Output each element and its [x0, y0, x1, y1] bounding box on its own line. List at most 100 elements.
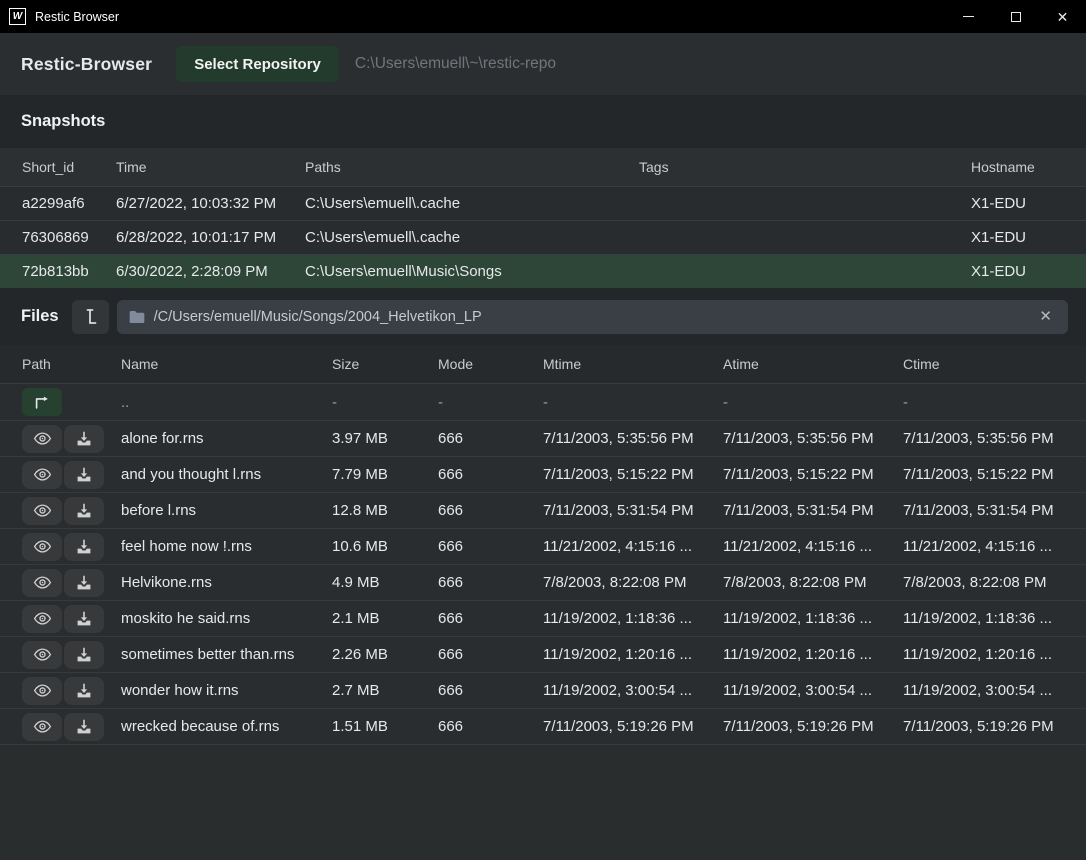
maximize-button[interactable] — [992, 0, 1039, 33]
file-atime: 11/21/2002, 4:15:16 ... — [723, 538, 903, 555]
preview-file-button[interactable] — [22, 641, 62, 669]
select-repository-button[interactable]: Select Repository — [176, 46, 339, 82]
folder-icon — [129, 310, 145, 324]
minimize-icon — [963, 16, 974, 18]
parent-row-actions — [22, 388, 121, 416]
download-file-button[interactable] — [64, 713, 104, 741]
file-mtime: 7/11/2003, 5:19:26 PM — [543, 718, 723, 735]
file-size: 2.26 MB — [332, 646, 438, 663]
maximize-icon — [1011, 12, 1021, 22]
snapshot-row[interactable]: 76306869 6/28/2022, 10:01:17 PM C:\Users… — [0, 220, 1086, 254]
file-size: 2.1 MB — [332, 610, 438, 627]
file-mtime: 11/19/2002, 1:18:36 ... — [543, 610, 723, 627]
file-row: Helvikone.rns 4.9 MB 666 7/8/2003, 8:22:… — [0, 565, 1086, 601]
file-row-actions — [22, 605, 121, 633]
file-atime: 11/19/2002, 3:00:54 ... — [723, 682, 903, 699]
download-file-button[interactable] — [64, 461, 104, 489]
file-row-actions — [22, 713, 121, 741]
file-mtime: 7/11/2003, 5:31:54 PM — [543, 502, 723, 519]
app-header: Restic-Browser Select Repository C:\User… — [0, 33, 1086, 95]
eye-icon — [33, 539, 52, 554]
current-path-text: /C/Users/emuell/Music/Songs/2004_Helveti… — [154, 309, 482, 325]
files-col-ctime: Ctime — [903, 356, 1076, 372]
file-atime: 7/11/2003, 5:15:22 PM — [723, 466, 903, 483]
file-mtime: 7/11/2003, 5:35:56 PM — [543, 430, 723, 447]
snapshot-hostname: X1-EDU — [971, 229, 1070, 246]
eye-icon — [33, 647, 52, 662]
download-file-button[interactable] — [64, 497, 104, 525]
download-file-button[interactable] — [64, 677, 104, 705]
download-icon — [76, 503, 92, 519]
app-title: Restic-Browser — [21, 54, 152, 75]
preview-file-button[interactable] — [22, 461, 62, 489]
download-icon — [76, 683, 92, 699]
empty-area — [0, 745, 1086, 860]
file-mode: 666 — [438, 538, 543, 555]
files-table-body: alone for.rns 3.97 MB 666 7/11/2003, 5:3… — [0, 421, 1086, 745]
preview-file-button[interactable] — [22, 569, 62, 597]
file-mode: 666 — [438, 646, 543, 663]
file-row-actions — [22, 641, 121, 669]
download-icon — [76, 539, 92, 555]
snapshots-col-tags: Tags — [639, 159, 971, 175]
file-size: 2.7 MB — [332, 682, 438, 699]
parent-row-mode: - — [438, 394, 543, 411]
snapshot-hostname: X1-EDU — [971, 195, 1070, 212]
snapshots-col-hostname: Hostname — [971, 159, 1070, 175]
snapshot-short-id: 72b813bb — [22, 263, 116, 280]
snapshot-hostname: X1-EDU — [971, 263, 1070, 280]
file-name: wonder how it.rns — [121, 682, 332, 699]
preview-file-button[interactable] — [22, 425, 62, 453]
file-ctime: 7/11/2003, 5:15:22 PM — [903, 466, 1076, 483]
file-ctime: 7/8/2003, 8:22:08 PM — [903, 574, 1076, 591]
files-col-atime: Atime — [723, 356, 903, 372]
download-icon — [76, 467, 92, 483]
file-size: 12.8 MB — [332, 502, 438, 519]
snapshot-short-id: 76306869 — [22, 229, 116, 246]
preview-file-button[interactable] — [22, 713, 62, 741]
tree-view-toggle-button[interactable] — [72, 300, 109, 334]
files-col-path: Path — [22, 356, 121, 372]
file-ctime: 7/11/2003, 5:19:26 PM — [903, 718, 1076, 735]
preview-file-button[interactable] — [22, 497, 62, 525]
file-mtime: 11/21/2002, 4:15:16 ... — [543, 538, 723, 555]
preview-file-button[interactable] — [22, 533, 62, 561]
tree-structure-icon — [83, 308, 97, 325]
file-atime: 7/8/2003, 8:22:08 PM — [723, 574, 903, 591]
go-to-parent-button[interactable] — [22, 388, 62, 416]
minimize-button[interactable] — [945, 0, 992, 33]
clear-path-button[interactable]: ✕ — [1035, 307, 1056, 326]
snapshots-table-header: Short_id Time Paths Tags Hostname — [0, 148, 1086, 186]
close-button[interactable]: ✕ — [1039, 0, 1086, 33]
close-icon: ✕ — [1057, 10, 1069, 24]
parent-row-size: - — [332, 394, 438, 411]
snapshots-col-short-id: Short_id — [22, 159, 116, 175]
snapshot-paths: C:\Users\emuell\.cache — [305, 229, 639, 246]
files-table-header: Path Name Size Mode Mtime Atime Ctime — [0, 345, 1086, 384]
preview-file-button[interactable] — [22, 605, 62, 633]
eye-icon — [33, 683, 52, 698]
file-ctime: 7/11/2003, 5:35:56 PM — [903, 430, 1076, 447]
file-size: 3.97 MB — [332, 430, 438, 447]
file-mtime: 7/8/2003, 8:22:08 PM — [543, 574, 723, 591]
file-ctime: 11/19/2002, 1:20:16 ... — [903, 646, 1076, 663]
download-file-button[interactable] — [64, 569, 104, 597]
file-name: before l.rns — [121, 502, 332, 519]
snapshot-row[interactable]: 72b813bb 6/30/2022, 2:28:09 PM C:\Users\… — [0, 254, 1086, 288]
file-row-actions — [22, 461, 121, 489]
clear-x-icon: ✕ — [1039, 308, 1052, 325]
download-file-button[interactable] — [64, 425, 104, 453]
download-file-button[interactable] — [64, 605, 104, 633]
snapshot-row[interactable]: a2299af6 6/27/2022, 10:03:32 PM C:\Users… — [0, 186, 1086, 220]
files-col-mode: Mode — [438, 356, 543, 372]
eye-icon — [33, 575, 52, 590]
file-row: sometimes better than.rns 2.26 MB 666 11… — [0, 637, 1086, 673]
preview-file-button[interactable] — [22, 677, 62, 705]
download-file-button[interactable] — [64, 533, 104, 561]
file-ctime: 7/11/2003, 5:31:54 PM — [903, 502, 1076, 519]
file-atime: 11/19/2002, 1:20:16 ... — [723, 646, 903, 663]
download-file-button[interactable] — [64, 641, 104, 669]
snapshots-col-time: Time — [116, 159, 305, 175]
file-row-actions — [22, 497, 121, 525]
parent-row-name: .. — [121, 394, 332, 411]
